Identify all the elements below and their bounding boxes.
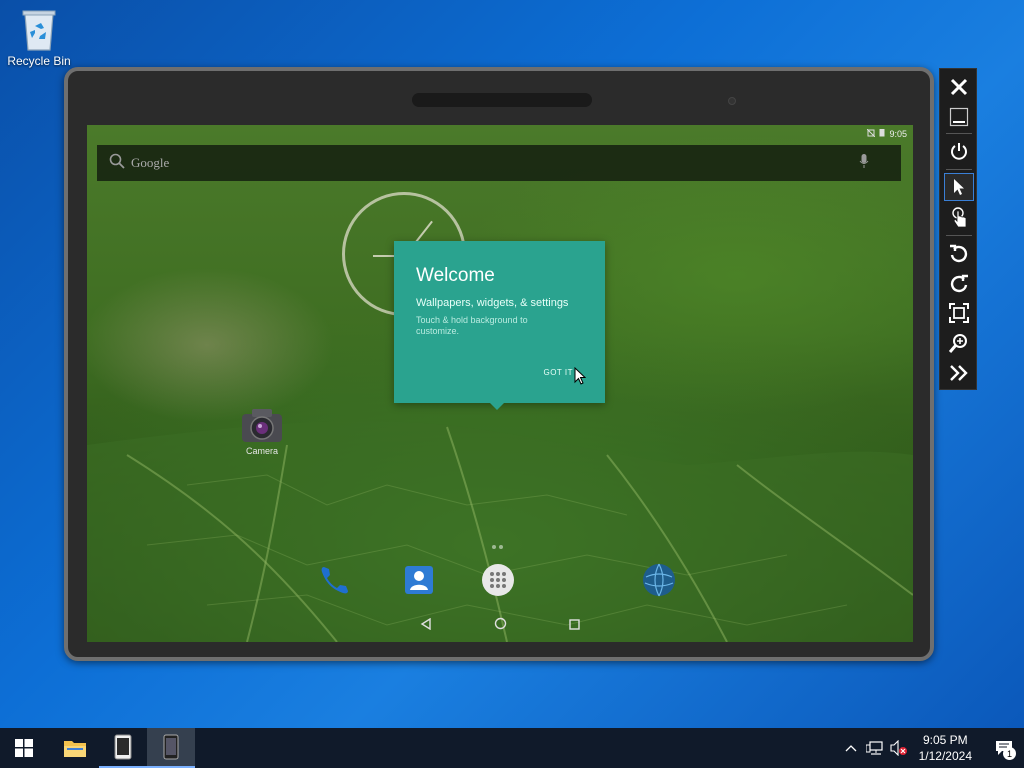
recycle-bin-shortcut[interactable]: Recycle Bin [6, 6, 72, 68]
recycle-bin-icon [19, 8, 59, 52]
page-dot [499, 545, 503, 549]
minimize-button[interactable] [944, 103, 974, 131]
clock-date: 1/12/2024 [918, 749, 972, 763]
start-button[interactable] [0, 728, 48, 768]
rotate-right-icon [950, 274, 968, 293]
windows-logo-icon [15, 739, 33, 757]
app-drawer-icon[interactable] [481, 563, 515, 597]
mouse-cursor-icon [574, 366, 587, 390]
status-time: 9:05 [889, 128, 907, 139]
battery-icon [879, 128, 885, 139]
clock-time: 9:05 PM [922, 733, 968, 747]
google-search-bar[interactable]: Google [97, 145, 901, 181]
contacts-icon[interactable] [402, 563, 436, 597]
camera-app-label: Camera [245, 446, 278, 456]
notification-count-badge: 1 [1003, 747, 1016, 760]
select-mode-button[interactable] [944, 173, 974, 201]
action-center-button[interactable]: 1 [984, 728, 1024, 768]
taskbar-clock[interactable]: 9:05 PM 1/12/2024 [911, 732, 984, 764]
page-dot [492, 545, 496, 549]
android-screen[interactable]: 9:05 Google Welcome Wallpapers, widgets,… [87, 125, 913, 642]
zoom-icon [949, 334, 967, 353]
page-indicator [492, 545, 503, 549]
minimize-icon [949, 107, 969, 127]
rotate-left-icon [950, 244, 968, 263]
pointer-icon [954, 179, 964, 195]
fit-screen-icon [949, 303, 969, 323]
phone-icon[interactable] [318, 563, 352, 597]
rotate-left-button[interactable] [944, 239, 974, 267]
microphone-icon[interactable] [859, 153, 869, 173]
phone-device-icon [163, 734, 179, 760]
touch-mode-button[interactable] [944, 203, 974, 231]
android-nav-bar [87, 610, 913, 642]
got-it-button[interactable]: GOT IT [543, 368, 573, 377]
close-icon [950, 78, 968, 96]
camera-icon [233, 406, 291, 446]
chevron-double-right-icon [950, 365, 968, 381]
file-explorer-taskbar-button[interactable] [51, 728, 99, 768]
search-icon [109, 153, 125, 173]
browser-globe-icon[interactable] [642, 563, 676, 597]
welcome-title: Welcome [416, 265, 495, 286]
windows-taskbar: 9:05 PM 1/12/2024 1 [0, 728, 1024, 768]
power-icon [951, 143, 967, 160]
more-tools-button[interactable] [944, 359, 974, 387]
back-button-icon[interactable] [420, 617, 432, 635]
close-button[interactable] [944, 73, 974, 101]
emulator-taskbar-button[interactable] [147, 728, 195, 768]
recents-button-icon[interactable] [569, 617, 580, 635]
network-icon[interactable] [863, 740, 887, 756]
android-status-bar: 9:05 [867, 128, 907, 139]
recycle-bin-label: Recycle Bin [7, 54, 71, 68]
welcome-subtitle: Wallpapers, widgets, & settings [416, 297, 569, 309]
emulator-window: 9:05 Google Welcome Wallpapers, widgets,… [64, 67, 934, 661]
fit-to-screen-button[interactable] [944, 299, 974, 327]
rotate-right-button[interactable] [944, 269, 974, 297]
camera-app-shortcut[interactable]: Camera [233, 406, 291, 456]
show-hidden-icons-chevron-icon[interactable] [839, 744, 863, 752]
volume-muted-icon[interactable] [887, 740, 911, 756]
zoom-button[interactable] [944, 329, 974, 357]
no-sim-icon [867, 128, 876, 139]
power-button[interactable] [944, 137, 974, 165]
folder-icon [64, 741, 86, 757]
device-speaker [412, 93, 592, 107]
welcome-description: Touch & hold background to customize. [416, 315, 528, 336]
touch-hand-icon [952, 207, 967, 228]
home-button-icon[interactable] [494, 617, 507, 635]
device-camera-dot [728, 97, 736, 105]
emulator-toolbar [939, 68, 977, 390]
favorites-dock [87, 553, 913, 603]
search-placeholder: Google [131, 155, 170, 170]
emulator-manager-taskbar-button[interactable] [99, 728, 147, 768]
device-icon [114, 734, 132, 760]
system-tray: 9:05 PM 1/12/2024 1 [839, 728, 1024, 768]
